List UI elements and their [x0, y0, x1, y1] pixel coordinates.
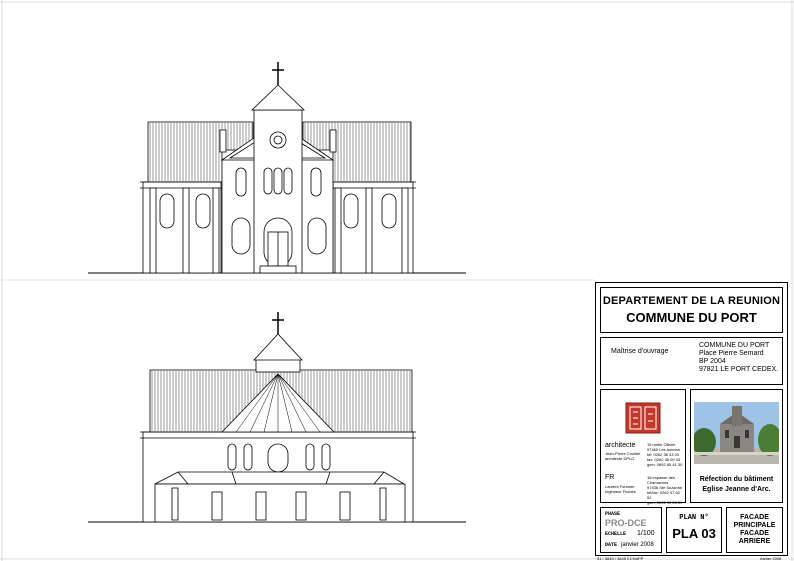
phase-value: PRO-DCE	[605, 518, 647, 528]
date-label: DATE	[605, 542, 618, 548]
sheet-title-cell: FACADE PRINCIPALE FACADE ARRIERE	[726, 507, 783, 553]
phase-label: PHASE	[605, 511, 621, 517]
church-photo	[694, 402, 779, 464]
department-title: DEPARTEMENT DE LA REUNION	[602, 295, 781, 307]
footer-left: 01 / 3845 / 3845 ECHAPP	[597, 556, 644, 561]
architecte-address: 15 ruelle Ollivier 97460 Les Avirons tel…	[647, 442, 683, 467]
client-address: COMMUNE DU PORT Place Pierre Semard BP 2…	[699, 342, 779, 373]
project-cell: Réfection du bâtiment Eglise Jeanne d'Ar…	[690, 389, 783, 503]
plan-cell: PLAN N° PLA 03	[666, 507, 722, 553]
facade-arriere	[88, 312, 466, 523]
echelle-value: 1/100	[637, 530, 655, 537]
ingenieur-name: Laurent Fournier Ingénieur Fluides	[605, 484, 636, 494]
seal-stamp-icon	[625, 402, 661, 434]
header-cell: DEPARTEMENT DE LA REUNION COMMUNE DU POR…	[600, 287, 783, 333]
title-block: DEPARTEMENT DE LA REUNION COMMUNE DU POR…	[595, 282, 788, 556]
team-cell: architecte Jean-Pierre Couilier architec…	[600, 389, 686, 505]
project-line2: Eglise Jeanne d'Arc.	[702, 486, 771, 493]
project-line1: Réfection du bâtiment	[699, 476, 774, 483]
echelle-label: ECHELLE	[605, 531, 627, 537]
architecte-label: architecte	[605, 442, 636, 449]
facade-principale	[88, 62, 466, 274]
commune-title: COMMUNE DU PORT	[626, 310, 757, 325]
client-cell: Maîtrise d'ouvrage COMMUNE DU PORT Place…	[600, 337, 783, 385]
footer-right: Atelier 2008	[760, 556, 782, 561]
ingenieur-label: FR	[605, 474, 615, 481]
plan-value: PLA 03	[672, 526, 716, 541]
architecte-name: Jean-Pierre Couilier architecte DPLG	[605, 451, 641, 461]
drawing-sheet: DEPARTEMENT DE LA REUNION COMMUNE DU POR…	[0, 0, 794, 561]
ingenieur-address: 18 impasse des Chamachés 97436 Ste Suzan…	[647, 475, 683, 505]
maitrise-label: Maîtrise d'ouvrage	[611, 348, 669, 355]
sheet-title: FACADE PRINCIPALE FACADE ARRIERE	[733, 514, 776, 545]
plan-label: PLAN N°	[679, 514, 709, 522]
date-value: janvier 2008	[621, 542, 654, 548]
phase-cell: PHASE PRO-DCE ECHELLE 1/100 DATE janvier…	[600, 507, 662, 553]
